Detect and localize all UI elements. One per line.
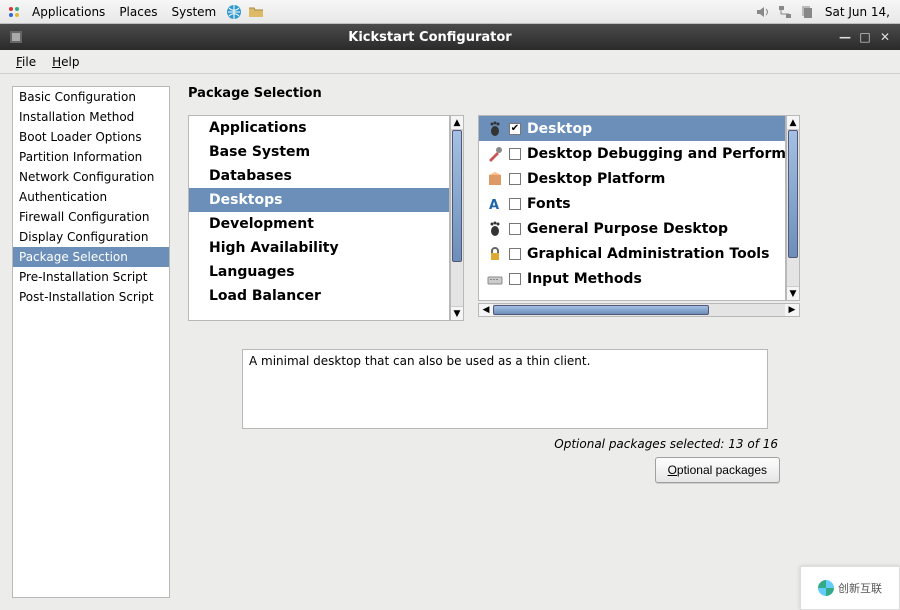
package-label: Desktop Debugging and Performa — [527, 146, 786, 162]
volume-icon[interactable] — [753, 2, 773, 22]
watermark: 创新互联 — [800, 566, 900, 610]
tools-icon — [487, 146, 503, 162]
watermark-text: 创新互联 — [838, 580, 882, 596]
content-area: Package Selection Applications Base Syst… — [188, 86, 888, 598]
keyboard-icon — [487, 271, 503, 287]
menu-help[interactable]: Help — [44, 53, 87, 71]
sidebar-item-authentication[interactable]: Authentication — [13, 187, 169, 207]
watermark-logo-icon — [818, 580, 834, 596]
sidebar-list[interactable]: Basic Configuration Installation Method … — [12, 86, 170, 598]
category-base-system[interactable]: Base System — [189, 140, 449, 164]
category-languages[interactable]: Languages — [189, 260, 449, 284]
folder-icon[interactable] — [246, 2, 266, 22]
gnome-top-panel: Applications Places System Sat Jun 14, — [0, 0, 900, 24]
panel-places[interactable]: Places — [113, 5, 163, 19]
panel-system[interactable]: System — [165, 5, 222, 19]
lock-icon — [487, 246, 503, 262]
clipboard-icon[interactable] — [797, 2, 817, 22]
browser-icon[interactable] — [224, 2, 244, 22]
package-checkbox[interactable] — [509, 248, 521, 260]
package-label: Input Methods — [527, 271, 642, 287]
sidebar-item-package-selection[interactable]: Package Selection — [13, 247, 169, 267]
category-databases[interactable]: Databases — [189, 164, 449, 188]
package-label: Fonts — [527, 196, 571, 212]
package-checkbox[interactable] — [509, 123, 521, 135]
optional-packages-button[interactable]: Optional packages — [655, 457, 780, 483]
menu-file[interactable]: File — [8, 53, 44, 71]
package-label: General Purpose Desktop — [527, 221, 728, 237]
package-list[interactable]: Desktop Desktop Debugging and Performa D… — [478, 115, 786, 301]
package-checkbox[interactable] — [509, 223, 521, 235]
category-list[interactable]: Applications Base System Databases Deskt… — [188, 115, 450, 321]
category-scrollbar[interactable]: ▲ ▼ — [450, 115, 464, 321]
scroll-right-icon[interactable]: ▶ — [785, 304, 799, 316]
category-load-balancer[interactable]: Load Balancer — [189, 284, 449, 308]
sidebar-item-network-configuration[interactable]: Network Configuration — [13, 167, 169, 187]
page-title: Package Selection — [188, 86, 888, 101]
package-desktop-debugging[interactable]: Desktop Debugging and Performa — [479, 141, 785, 166]
optional-count-label: Optional packages selected: 13 of 16 — [188, 437, 888, 451]
sidebar-item-firewall-configuration[interactable]: Firewall Configuration — [13, 207, 169, 227]
sidebar-item-pre-installation-script[interactable]: Pre-Installation Script — [13, 267, 169, 287]
scroll-up-icon[interactable]: ▲ — [787, 116, 799, 130]
gnome-foot-icon — [487, 121, 503, 137]
package-label: Graphical Administration Tools — [527, 246, 769, 262]
app-icon — [6, 27, 26, 47]
package-box-icon — [487, 171, 503, 187]
package-graphical-admin[interactable]: Graphical Administration Tools — [479, 241, 785, 266]
package-desktop[interactable]: Desktop — [479, 116, 785, 141]
scroll-left-icon[interactable]: ◀ — [479, 304, 493, 316]
category-high-availability[interactable]: High Availability — [189, 236, 449, 260]
package-checkbox[interactable] — [509, 173, 521, 185]
window-titlebar[interactable]: Kickstart Configurator — □ ✕ — [0, 24, 900, 50]
close-button[interactable]: ✕ — [876, 30, 894, 44]
sidebar-item-boot-loader-options[interactable]: Boot Loader Options — [13, 127, 169, 147]
category-desktops[interactable]: Desktops — [189, 188, 449, 212]
sidebar-item-partition-information[interactable]: Partition Information — [13, 147, 169, 167]
package-fonts[interactable]: A Fonts — [479, 191, 785, 216]
category-development[interactable]: Development — [189, 212, 449, 236]
sidebar-item-display-configuration[interactable]: Display Configuration — [13, 227, 169, 247]
gnome-logo-icon — [4, 2, 24, 22]
svg-text:A: A — [489, 198, 499, 212]
package-input-methods[interactable]: Input Methods — [479, 266, 785, 291]
scroll-up-icon[interactable]: ▲ — [451, 116, 463, 130]
panel-applications[interactable]: Applications — [26, 5, 111, 19]
sidebar-item-installation-method[interactable]: Installation Method — [13, 107, 169, 127]
font-icon: A — [487, 196, 503, 212]
scroll-down-icon[interactable]: ▼ — [451, 306, 463, 320]
package-hscrollbar[interactable]: ◀ ▶ — [478, 303, 800, 317]
package-general-desktop[interactable]: General Purpose Desktop — [479, 216, 785, 241]
maximize-button[interactable]: □ — [856, 30, 874, 44]
package-desktop-platform[interactable]: Desktop Platform — [479, 166, 785, 191]
sidebar-item-post-installation-script[interactable]: Post-Installation Script — [13, 287, 169, 307]
network-icon[interactable] — [775, 2, 795, 22]
panel-clock[interactable]: Sat Jun 14, — [819, 5, 896, 19]
gnome-foot-icon — [487, 221, 503, 237]
package-checkbox[interactable] — [509, 148, 521, 160]
minimize-button[interactable]: — — [836, 30, 854, 44]
package-vscrollbar[interactable]: ▲ ▼ — [786, 115, 800, 301]
window-title: Kickstart Configurator — [26, 30, 834, 45]
package-checkbox[interactable] — [509, 198, 521, 210]
category-applications[interactable]: Applications — [189, 116, 449, 140]
package-checkbox[interactable] — [509, 273, 521, 285]
description-textbox: A minimal desktop that can also be used … — [242, 349, 768, 429]
app-body: Basic Configuration Installation Method … — [0, 74, 900, 610]
scroll-down-icon[interactable]: ▼ — [787, 286, 799, 300]
menubar: File Help — [0, 50, 900, 74]
package-label: Desktop — [527, 121, 592, 137]
package-label: Desktop Platform — [527, 171, 665, 187]
sidebar-item-basic-configuration[interactable]: Basic Configuration — [13, 87, 169, 107]
